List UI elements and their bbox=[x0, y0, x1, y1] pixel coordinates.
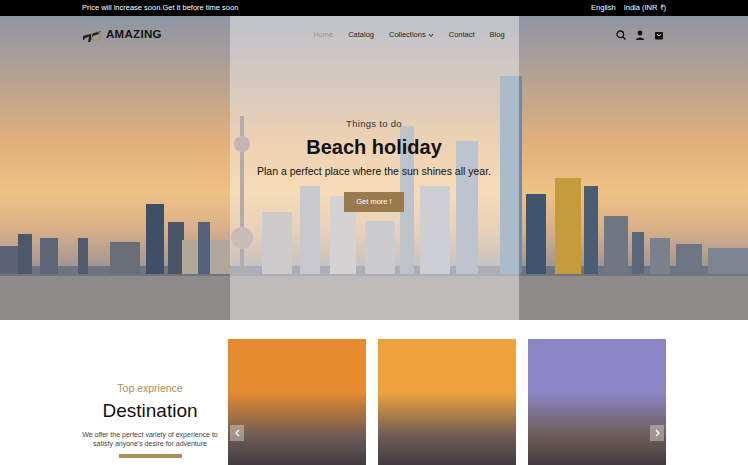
view-more-button[interactable] bbox=[119, 454, 182, 458]
nav-link[interactable]: Collections bbox=[389, 29, 434, 40]
section-text: We offer the perfect variety of experien… bbox=[82, 430, 218, 448]
nav-link[interactable]: Catalog bbox=[348, 29, 374, 40]
nav-label[interactable]: Catalog bbox=[348, 29, 374, 40]
cart-icon[interactable] bbox=[654, 30, 664, 40]
language-selector[interactable]: English bbox=[591, 2, 616, 13]
chevron-left-icon bbox=[234, 429, 241, 437]
site-header: AMAZING Home Catalog Collections Contact Blog bbox=[0, 16, 748, 54]
destination-section: Top exprience Destination We offer the per… bbox=[0, 320, 748, 465]
nav-link[interactable]: Contact bbox=[449, 29, 475, 40]
destination-card[interactable] bbox=[378, 339, 516, 465]
header-actions bbox=[616, 30, 664, 40]
section-eyebrow: Top exprience bbox=[82, 381, 218, 397]
announcement-text: Price will increase soon.Get it before t… bbox=[82, 2, 238, 13]
locale-group: English India (INR ₹) bbox=[591, 2, 666, 13]
logo[interactable]: AMAZING bbox=[82, 26, 162, 43]
hero-title: Beach holiday bbox=[306, 136, 442, 159]
nav-label[interactable]: Blog bbox=[490, 29, 505, 40]
nav-link[interactable]: Blog bbox=[490, 29, 505, 40]
hero-banner: AMAZING Home Catalog Collections Contact Blog… bbox=[0, 16, 748, 320]
nav-label[interactable]: Contact bbox=[449, 29, 475, 40]
currency-selector[interactable]: India (INR ₹) bbox=[624, 2, 666, 13]
main-menu: Home Catalog Collections Contact Blog bbox=[313, 29, 504, 40]
search-icon[interactable] bbox=[616, 30, 626, 40]
airplane-icon bbox=[82, 27, 102, 43]
get-more-button[interactable]: Get more ! bbox=[344, 192, 403, 212]
nav-label[interactable]: Collections bbox=[389, 29, 426, 40]
chevron-right-icon bbox=[654, 429, 661, 437]
announcement-bar: Price will increase soon.Get it before t… bbox=[0, 0, 748, 16]
section-title: Destination bbox=[82, 400, 218, 422]
nav-link[interactable]: Home bbox=[313, 29, 333, 40]
next-button[interactable] bbox=[650, 425, 664, 441]
destination-carousel bbox=[228, 339, 667, 465]
hero-text: Plan a perfect place where the sun shine… bbox=[257, 165, 491, 178]
hero-eyebrow: Things to do bbox=[346, 117, 402, 131]
chevron-down-icon bbox=[428, 32, 434, 38]
user-icon[interactable] bbox=[635, 30, 645, 40]
destination-intro: Top exprience Destination We offer the per… bbox=[82, 339, 218, 465]
destination-card[interactable] bbox=[528, 339, 666, 465]
nav-label[interactable]: Home bbox=[313, 29, 333, 40]
prev-button[interactable] bbox=[230, 425, 244, 441]
hero-panel: Things to do Beach holiday Plan a perfect … bbox=[230, 16, 519, 320]
destination-card[interactable] bbox=[228, 339, 366, 465]
logo-text[interactable]: AMAZING bbox=[106, 26, 162, 43]
